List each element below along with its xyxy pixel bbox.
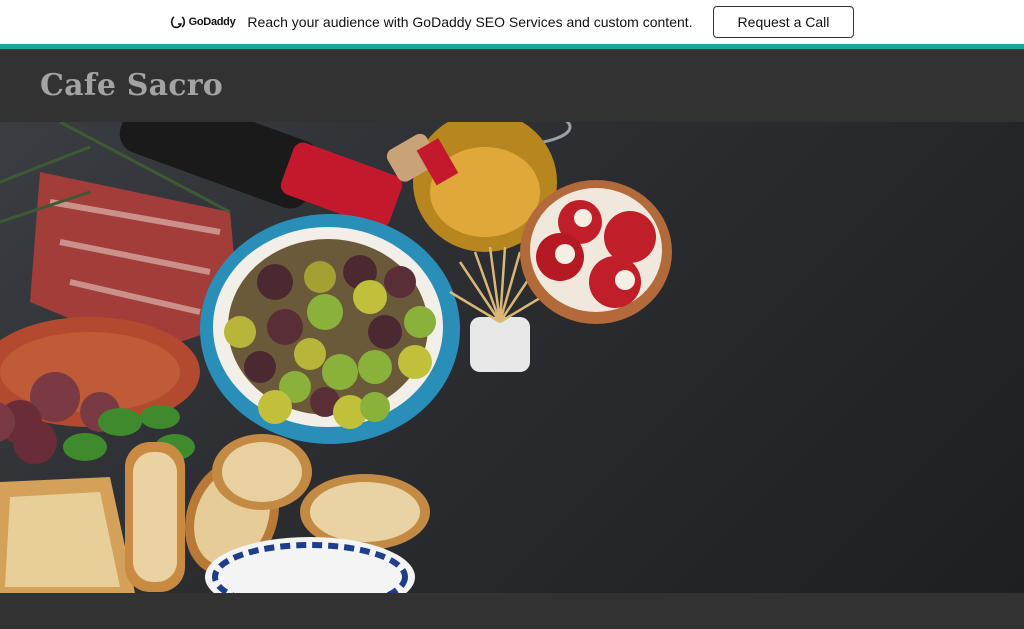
- stuffed-peppers-bowl: [520, 180, 672, 324]
- promo-message: Reach your audience with GoDaddy SEO Ser…: [247, 14, 693, 30]
- site-header: Cafe Sacro: [0, 49, 1024, 122]
- godaddy-logo-icon: [170, 16, 185, 29]
- promo-banner: GoDaddy Reach your audience with GoDaddy…: [0, 0, 1024, 44]
- olive-bowl: [200, 214, 460, 444]
- site-title[interactable]: Cafe Sacro: [40, 68, 223, 103]
- hero-image: [0, 122, 1024, 593]
- request-call-button[interactable]: Request a Call: [712, 6, 855, 38]
- footer-band: [0, 593, 1024, 629]
- food-platter-image: [0, 122, 672, 593]
- godaddy-logo[interactable]: GoDaddy: [170, 15, 236, 29]
- godaddy-brand-text: GoDaddy: [188, 16, 236, 28]
